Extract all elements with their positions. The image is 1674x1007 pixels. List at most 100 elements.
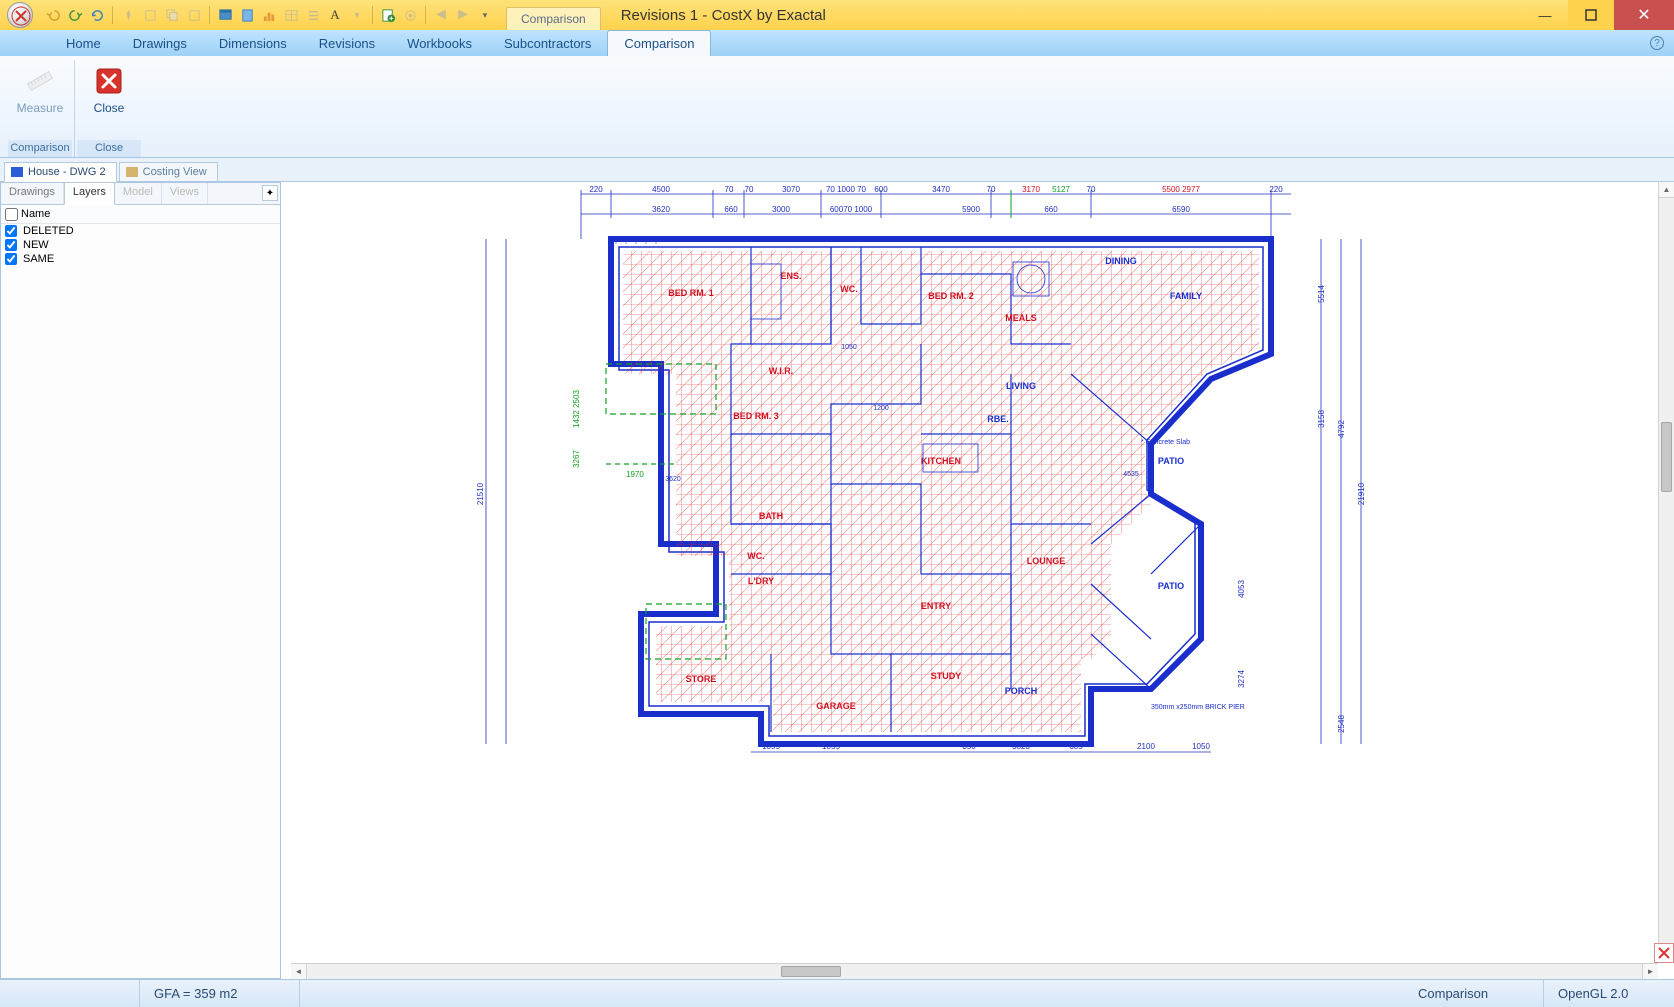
svg-text:W.I.R.: W.I.R.	[769, 366, 794, 376]
qat-add-sheet-icon[interactable]	[379, 4, 397, 26]
context-tab-comparison[interactable]: Comparison	[506, 7, 601, 30]
svg-text:MEALS: MEALS	[1005, 313, 1037, 323]
qat-document-icon[interactable]	[238, 4, 256, 26]
layer-checkbox[interactable]	[5, 225, 17, 237]
qat-forward-icon: ►	[454, 4, 472, 26]
side-panel-options-icon[interactable]: ✦	[262, 185, 278, 201]
vertical-scrollbar[interactable]: ▲ ▼	[1658, 182, 1674, 963]
svg-text:PORCH: PORCH	[1005, 686, 1038, 696]
svg-text:5900: 5900	[962, 205, 980, 214]
close-square-icon	[93, 65, 125, 97]
app-logo-icon	[11, 6, 31, 26]
svg-text:BED RM. 1: BED RM. 1	[668, 288, 714, 298]
layer-row[interactable]: SAME	[1, 252, 280, 266]
horizontal-scrollbar[interactable]: ◄ ►	[291, 963, 1658, 979]
svg-text:PATIO: PATIO	[1158, 456, 1184, 466]
window-minimize-button[interactable]: —	[1522, 0, 1568, 30]
qat-paste-icon	[185, 4, 203, 26]
svg-text:3620: 3620	[665, 476, 681, 483]
qat-text-icon[interactable]: A	[326, 4, 344, 26]
status-bar: GFA = 359 m2 Comparison OpenGL 2.0	[0, 979, 1674, 1007]
layer-row[interactable]: NEW	[1, 238, 280, 252]
scroll-thumb[interactable]	[781, 966, 841, 977]
qat-refresh-icon[interactable]	[88, 4, 106, 26]
scroll-right-icon[interactable]: ►	[1642, 964, 1658, 979]
qat-cut-icon	[141, 4, 159, 26]
main-workspace: Drawings Layers Model Views ✦ Name DELET…	[0, 182, 1674, 979]
svg-text:70: 70	[725, 185, 734, 194]
svg-text:3267: 3267	[572, 450, 581, 468]
svg-text:4053: 4053	[1237, 580, 1246, 598]
help-icon[interactable]: ?	[1650, 36, 1664, 50]
menu-comparison[interactable]: Comparison	[607, 30, 711, 56]
layers-checkall[interactable]	[5, 208, 18, 221]
qat-redo-icon[interactable]	[66, 4, 84, 26]
ribbon-group-comparison: Measure Comparison	[6, 60, 75, 157]
qat-chart-icon[interactable]	[260, 4, 278, 26]
svg-text:350mm x250mm BRICK PIER: 350mm x250mm BRICK PIER	[1151, 704, 1245, 711]
corner-indicator-icon[interactable]	[1654, 943, 1674, 963]
layer-checkbox[interactable]	[5, 253, 17, 265]
close-button[interactable]: Close	[77, 60, 141, 140]
scroll-left-icon[interactable]: ◄	[291, 964, 307, 979]
drawing-viewport[interactable]: 220 4500 70 70 3070 70 1000 70 600 3470 …	[291, 182, 1658, 963]
qat-window-icon[interactable]	[216, 4, 234, 26]
svg-text:660: 660	[724, 205, 738, 214]
svg-text:1970: 1970	[626, 470, 644, 479]
layer-checkbox[interactable]	[5, 239, 17, 251]
svg-text:3000: 3000	[772, 205, 790, 214]
window-maximize-button[interactable]	[1568, 0, 1614, 30]
side-tab-model[interactable]: Model	[115, 183, 162, 204]
status-cell-empty	[0, 980, 140, 1007]
layers-column-header[interactable]: Name	[1, 205, 280, 224]
window-close-button[interactable]: ✕	[1614, 0, 1674, 30]
qat-table-icon	[282, 4, 300, 26]
qat-undo-icon[interactable]	[44, 4, 62, 26]
side-tab-views[interactable]: Views	[162, 183, 208, 204]
svg-text:DINING: DINING	[1105, 256, 1137, 266]
qat-pin-icon	[119, 4, 137, 26]
menu-workbooks[interactable]: Workbooks	[391, 31, 488, 56]
layer-row[interactable]: DELETED	[1, 224, 280, 238]
scroll-thumb[interactable]	[1661, 422, 1672, 492]
status-renderer: OpenGL 2.0	[1544, 980, 1674, 1007]
menu-home[interactable]: Home	[50, 31, 117, 56]
qat-separator	[209, 6, 210, 24]
group-label-comparison: Comparison	[8, 140, 72, 157]
status-gfa: GFA = 359 m2	[140, 980, 300, 1007]
svg-text:1432 2503: 1432 2503	[572, 390, 581, 428]
menu-revisions[interactable]: Revisions	[303, 31, 391, 56]
drawing-icon	[11, 167, 23, 177]
svg-text:GARAGE: GARAGE	[816, 701, 856, 711]
svg-text:1050: 1050	[1192, 742, 1210, 751]
svg-text:RBE.: RBE.	[987, 414, 1009, 424]
side-tab-layers[interactable]: Layers	[64, 182, 115, 205]
layer-name: DELETED	[23, 225, 74, 237]
svg-text:BED RM. 3: BED RM. 3	[733, 411, 779, 421]
svg-text:ENTRY: ENTRY	[921, 601, 951, 611]
menu-dimensions[interactable]: Dimensions	[203, 31, 303, 56]
svg-text:6590: 6590	[1172, 205, 1190, 214]
menu-drawings[interactable]: Drawings	[117, 31, 203, 56]
svg-text:WC.: WC.	[747, 551, 765, 561]
doc-tab-house[interactable]: House - DWG 2	[4, 162, 117, 182]
layers-header-label: Name	[21, 208, 50, 220]
svg-text:1200: 1200	[873, 405, 889, 412]
svg-text:70: 70	[745, 185, 754, 194]
menu-subcontractors[interactable]: Subcontractors	[488, 31, 607, 56]
side-panel-tabs: Drawings Layers Model Views ✦	[1, 183, 280, 205]
sheet-icon	[126, 167, 138, 177]
qat-dropdown-icon[interactable]: ▾	[476, 4, 494, 26]
side-tab-drawings[interactable]: Drawings	[1, 183, 64, 204]
layer-name: SAME	[23, 253, 54, 265]
scroll-up-icon[interactable]: ▲	[1659, 182, 1674, 198]
svg-text:220: 220	[589, 185, 603, 194]
svg-text:3823: 3823	[1012, 742, 1030, 751]
svg-text:3470: 3470	[932, 185, 950, 194]
svg-text:5500 2977: 5500 2977	[1162, 185, 1200, 194]
svg-text:4500: 4500	[652, 185, 670, 194]
status-mode: Comparison	[1404, 980, 1544, 1007]
app-orb-button[interactable]	[0, 0, 40, 30]
qat-edit-icon: ▾	[348, 4, 366, 26]
doc-tab-costing[interactable]: Costing View	[119, 162, 218, 182]
